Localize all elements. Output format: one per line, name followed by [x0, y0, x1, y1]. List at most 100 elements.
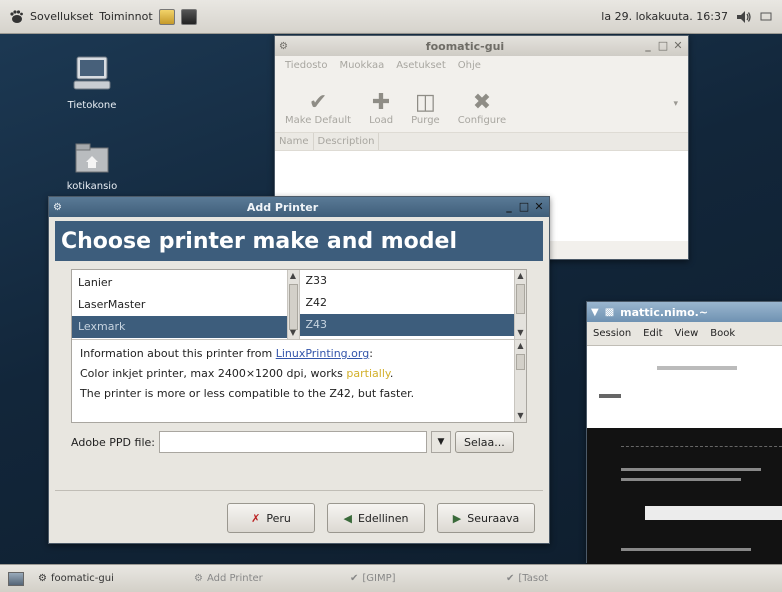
menu-session[interactable]: Session — [593, 328, 631, 339]
maximize-button[interactable]: □ — [657, 40, 669, 52]
model-item-z43[interactable]: Z43 — [299, 314, 514, 336]
gimp-icon: ✔ — [506, 573, 515, 584]
add-printer-title: Add Printer — [246, 200, 319, 214]
model-list-scrollbar[interactable]: ▲ ▼ — [514, 270, 526, 339]
dialog-buttons: ✗ Peru ◀ Edellinen ▶ Seuraava — [49, 503, 549, 533]
taskbar-item-add-printer[interactable]: ⚙ Add Printer — [186, 568, 336, 590]
back-arrow-icon: ◀ — [343, 511, 352, 525]
desktop-icon-computer[interactable]: Tietokone — [52, 55, 132, 111]
column-name[interactable]: Name — [275, 133, 314, 150]
taskbar-item-layers[interactable]: ✔ [Tasot — [498, 568, 558, 590]
close-button[interactable]: ✕ — [533, 201, 545, 213]
minimize-button[interactable]: _ — [642, 40, 654, 52]
file-manager-launcher-icon[interactable] — [158, 8, 175, 25]
taskbar-label: foomatic-gui — [50, 573, 114, 584]
terminal-launcher-icon[interactable] — [180, 8, 197, 25]
scroll-up-arrow-icon[interactable]: ▲ — [515, 270, 526, 282]
scroll-thumb[interactable] — [516, 284, 525, 314]
foomatic-titlebar[interactable]: ⚙ foomatic-gui _ □ ✕ — [275, 36, 688, 56]
configure-button[interactable]: ✖ Configure — [457, 90, 507, 127]
make-list[interactable]: Lanier LaserMaster Lexmark — [72, 270, 287, 339]
add-icon: ✚ — [371, 90, 391, 115]
terminal-output[interactable] — [587, 428, 782, 566]
make-item-lasermaster[interactable]: LaserMaster — [72, 294, 287, 316]
foomatic-toolbar: ✔ Make Default ✚ Load ◫ Purge ✖ Configur… — [275, 75, 688, 133]
info-line-2: Color inkjet printer, max 2400×1200 dpi,… — [80, 364, 506, 384]
actions-menu[interactable]: Toiminnot — [99, 10, 152, 23]
menu-settings[interactable]: Asetukset — [396, 60, 446, 71]
add-printer-dialog: ⚙ Add Printer _ □ ✕ Choose printer make … — [48, 196, 550, 544]
gnome-foot-icon[interactable] — [8, 9, 24, 25]
purge-label: Purge — [411, 115, 440, 126]
make-item-lanier[interactable]: Lanier — [72, 272, 287, 294]
configure-label: Configure — [457, 115, 507, 126]
ppd-dropdown-arrow-icon[interactable]: ▼ — [430, 431, 451, 453]
info-suffix: : — [369, 347, 373, 360]
taskbar-item-foomatic[interactable]: ⚙ foomatic-gui — [30, 568, 180, 590]
model-item-z33[interactable]: Z33 — [300, 270, 515, 292]
scroll-up-arrow-icon[interactable]: ▲ — [515, 340, 526, 352]
menu-edit[interactable]: Muokkaa — [339, 60, 384, 71]
next-arrow-icon: ▶ — [452, 511, 462, 525]
make-list-scrollbar[interactable]: ▲ ▼ — [286, 270, 299, 339]
make-default-button[interactable]: ✔ Make Default — [285, 91, 351, 127]
taskbar-label: Add Printer — [206, 573, 263, 584]
maximize-button[interactable]: □ — [518, 201, 530, 213]
info-line-1: Information about this printer from Linu… — [80, 344, 506, 364]
info-prefix: Information about this printer from — [80, 347, 276, 360]
menu-help[interactable]: Ohje — [458, 60, 481, 71]
top-panel: Sovellukset Toiminnot la 29. lokakuuta. … — [0, 0, 782, 34]
applications-menu[interactable]: Sovellukset — [30, 10, 93, 23]
purge-button[interactable]: ◫ Purge — [411, 91, 440, 127]
window-menu-icon[interactable]: ▼ — [591, 307, 599, 318]
menu-file[interactable]: Tiedosto — [285, 60, 327, 71]
tools-icon: ✖ — [472, 90, 492, 115]
scroll-thumb[interactable] — [288, 284, 298, 330]
info-scrollbar[interactable]: ▲ ▼ — [514, 340, 526, 422]
terminal-titlebar[interactable]: ▼ ▩ mattic.nimo.~ — [587, 302, 782, 322]
blurred-text-line — [599, 394, 621, 398]
show-desktop-icon[interactable] — [8, 571, 24, 586]
browse-button[interactable]: Selaa... — [454, 431, 514, 453]
volume-icon[interactable] — [736, 10, 752, 24]
desktop-icon-home[interactable]: kotikansio — [52, 142, 132, 192]
home-folder-icon — [75, 143, 109, 173]
next-button[interactable]: ▶ Seuraava — [437, 503, 535, 533]
network-icon[interactable] — [760, 10, 774, 24]
cancel-button[interactable]: ✗ Peru — [227, 503, 315, 533]
taskbar-item-gimp[interactable]: ✔ [GIMP] — [342, 568, 492, 590]
clock[interactable]: la 29. lokakuuta. 16:37 — [601, 10, 728, 23]
info-line-3: The printer is more or less compatible t… — [80, 387, 415, 400]
dialog-separator — [55, 490, 543, 491]
bottom-panel: ⚙ foomatic-gui ⚙ Add Printer ✔ [GIMP] ✔ … — [0, 564, 782, 592]
scroll-down-arrow-icon[interactable]: ▼ — [515, 410, 526, 422]
window-menu-icon[interactable]: ⚙ — [53, 202, 62, 213]
scroll-down-arrow-icon[interactable]: ▼ — [288, 327, 299, 339]
minimize-button[interactable]: _ — [503, 201, 515, 213]
scroll-down-arrow-icon[interactable]: ▼ — [515, 327, 526, 339]
ppd-file-combo[interactable] — [158, 431, 427, 453]
app-gear-icon: ⚙ — [38, 573, 47, 584]
terminal-input-field[interactable] — [645, 506, 782, 520]
scroll-thumb[interactable] — [516, 354, 525, 370]
linuxprinting-link[interactable]: LinuxPrinting.org — [276, 347, 370, 360]
menu-bookmarks[interactable]: Book — [710, 328, 735, 339]
make-item-lexmark[interactable]: Lexmark — [72, 316, 287, 338]
window-menu-icon[interactable]: ⚙ — [279, 41, 288, 52]
load-label: Load — [369, 115, 394, 126]
model-list[interactable]: Z33 Z42 Z43 — [298, 270, 515, 339]
add-printer-titlebar[interactable]: ⚙ Add Printer _ □ ✕ — [49, 197, 549, 217]
close-button[interactable]: ✕ — [672, 40, 684, 52]
column-description[interactable]: Description — [314, 133, 380, 150]
back-label: Edellinen — [357, 511, 409, 525]
support-status: partially — [346, 367, 390, 380]
menu-edit[interactable]: Edit — [643, 328, 662, 339]
model-item-z42[interactable]: Z42 — [300, 292, 515, 314]
back-button[interactable]: ◀ Edellinen — [327, 503, 425, 533]
desktop-icon-home-label: kotikansio — [66, 181, 118, 192]
toolbar-overflow-icon[interactable]: ▾ — [673, 99, 678, 109]
scroll-up-arrow-icon[interactable]: ▲ — [288, 270, 299, 282]
browse-label: Selaa... — [463, 435, 505, 449]
load-button[interactable]: ✚ Load — [369, 90, 394, 127]
menu-view[interactable]: View — [675, 328, 699, 339]
